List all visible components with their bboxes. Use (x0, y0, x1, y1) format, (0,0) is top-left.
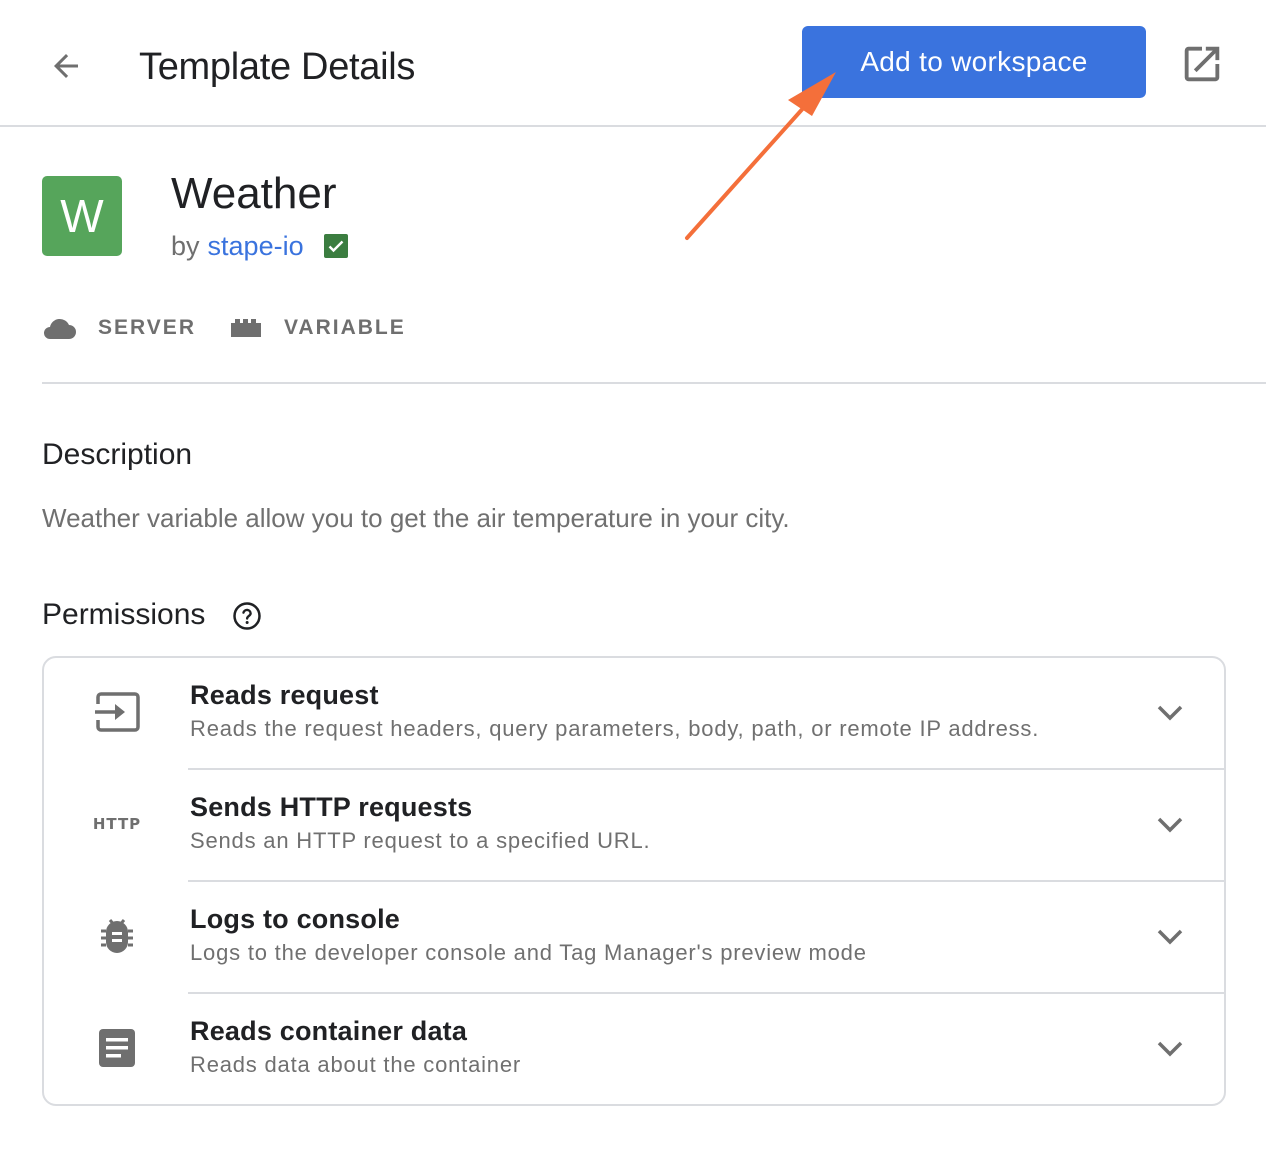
permission-item-reads-request[interactable]: Reads request Reads the request headers,… (44, 658, 1224, 770)
description-title: Description (42, 438, 193, 471)
permission-title: Sends HTTP requests (190, 792, 473, 822)
open-in-new-button[interactable] (1178, 40, 1226, 88)
tag-label: VARIABLE (283, 316, 406, 339)
tag-label: SERVER (98, 316, 196, 339)
by-label: by (171, 231, 200, 261)
arrow-left-icon (54, 54, 78, 78)
chevron-down-icon[interactable] (1152, 922, 1188, 952)
chevron-down-icon[interactable] (1152, 698, 1188, 728)
add-to-workspace-button[interactable]: Add to workspace (802, 26, 1146, 98)
tag-variable: VARIABLE (230, 316, 406, 340)
header-bar: Template Details Add to workspace (0, 0, 1266, 127)
help-circle-icon[interactable] (232, 601, 262, 631)
description-text: Weather variable allow you to get the ai… (42, 503, 790, 533)
input-icon (95, 692, 140, 732)
template-author-line: by stape-io (171, 228, 348, 264)
permission-item-reads-container[interactable]: Reads container data Reads data about th… (44, 994, 1224, 1106)
permission-item-logs-console[interactable]: Logs to console Logs to the developer co… (44, 882, 1224, 994)
verified-check-icon (323, 234, 348, 258)
bug-icon (101, 919, 133, 953)
brick-icon (230, 319, 261, 337)
page-title: Template Details (139, 46, 416, 88)
open-in-new-icon (1184, 46, 1220, 82)
section-divider (42, 382, 1266, 384)
permission-desc: Reads the request headers, query paramet… (190, 716, 1040, 741)
permission-desc: Sends an HTTP request to a specified URL… (190, 828, 651, 853)
document-icon (99, 1029, 135, 1067)
cloud-icon (44, 318, 76, 339)
permissions-title: Permissions (42, 598, 206, 631)
permission-title: Logs to console (190, 904, 401, 934)
permission-desc: Reads data about the container (190, 1052, 522, 1077)
back-button[interactable] (44, 44, 88, 88)
author-link[interactable]: stape-io (208, 228, 304, 264)
template-logo: W (42, 176, 122, 256)
template-tags: SERVER VARIABLE (42, 312, 440, 344)
http-icon: HTTP (92, 815, 142, 833)
permission-title: Reads container data (190, 1016, 468, 1046)
chevron-down-icon[interactable] (1152, 1034, 1188, 1064)
permission-item-sends-http[interactable]: HTTP Sends HTTP requests Sends an HTTP r… (44, 770, 1224, 882)
tag-server: SERVER (42, 316, 196, 340)
permission-desc: Logs to the developer console and Tag Ma… (190, 940, 867, 965)
permissions-list: Reads request Reads the request headers,… (42, 656, 1226, 1106)
template-name: Weather (171, 169, 337, 218)
chevron-down-icon[interactable] (1152, 810, 1188, 840)
permission-title: Reads request (190, 680, 379, 710)
